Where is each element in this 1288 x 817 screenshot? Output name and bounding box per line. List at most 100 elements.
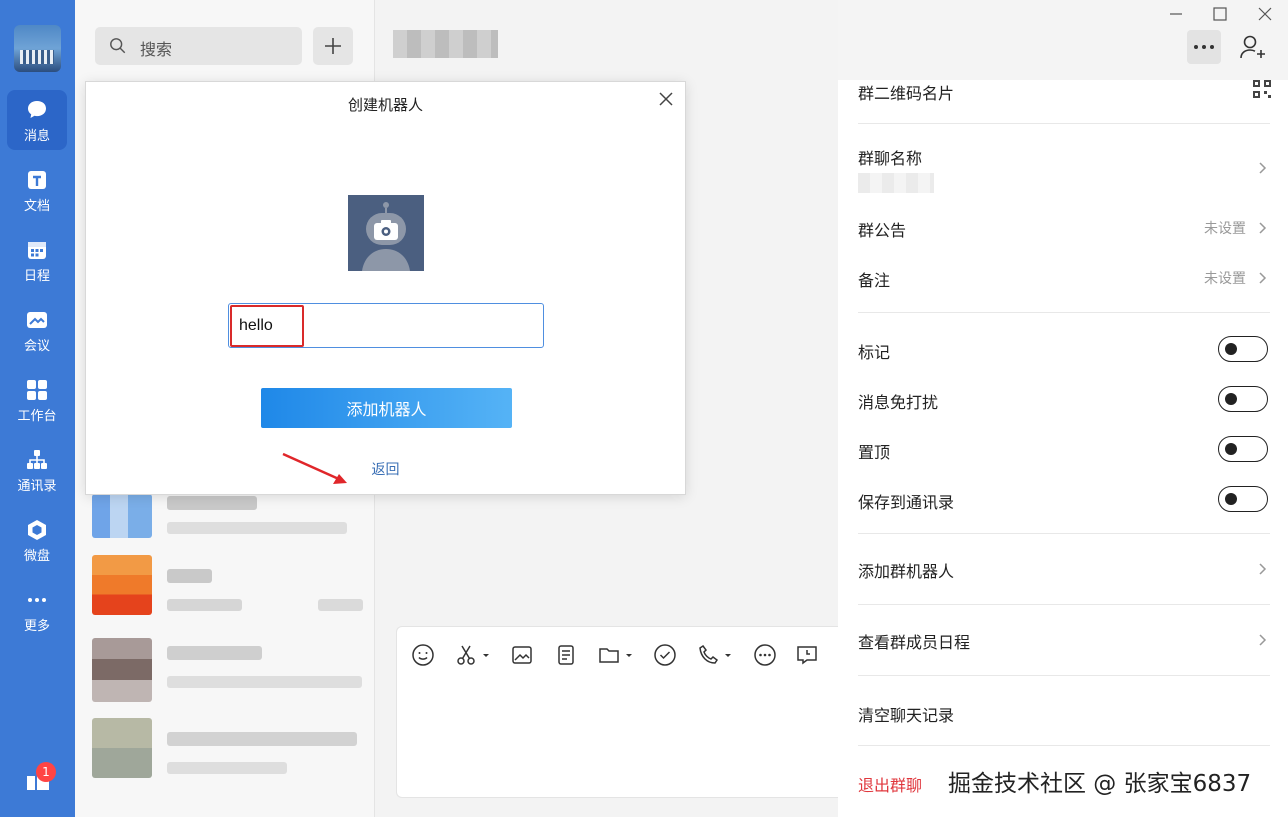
top-bar xyxy=(375,0,1288,80)
chevron-right-icon xyxy=(1259,162,1267,174)
toggle-label: 消息免打扰 xyxy=(858,393,939,412)
mark-toggle[interactable] xyxy=(1218,336,1268,362)
message-icon xyxy=(28,101,46,118)
folder-icon[interactable] xyxy=(597,643,621,667)
plus-icon xyxy=(325,38,341,54)
member-schedule-row[interactable]: 查看群成员日程 xyxy=(858,629,1268,652)
toggle-label: 保存到通讯录 xyxy=(858,493,955,512)
group-name-value xyxy=(858,173,934,193)
group-name-row[interactable]: 群聊名称 xyxy=(858,145,1268,195)
group-settings-panel: 群二维码名片 群聊名称 群公告 未设置 备注 未设置 标记 消息免打扰 置顶 保… xyxy=(838,80,1288,817)
divider xyxy=(858,533,1270,534)
nav-item-docs[interactable]: 文档 xyxy=(7,160,67,220)
chevron-right-icon xyxy=(1259,272,1267,284)
toggle-label: 置顶 xyxy=(858,443,891,462)
drive-icon xyxy=(28,520,46,540)
search-input[interactable]: 搜索 xyxy=(95,27,302,65)
mute-toggle[interactable] xyxy=(1218,386,1268,412)
meeting-icon xyxy=(27,312,47,328)
close-icon[interactable] xyxy=(658,91,674,107)
nav-item-workbench[interactable]: 工作台 xyxy=(7,370,67,430)
add-robot-button[interactable]: 添加机器人 xyxy=(261,388,512,428)
toggle-row-save-contacts: 保存到通讯录 xyxy=(858,486,1268,512)
toggle-label: 标记 xyxy=(858,343,891,362)
more-options-icon[interactable] xyxy=(753,643,777,667)
list-item[interactable] xyxy=(92,555,377,615)
list-item[interactable] xyxy=(92,718,377,778)
note-icon[interactable] xyxy=(554,643,578,667)
announcement-value: 未设置 xyxy=(1204,221,1246,237)
notification-badge: 1 xyxy=(36,762,56,782)
add-group-robot-label: 添加群机器人 xyxy=(858,562,955,581)
divider xyxy=(858,312,1270,313)
nav-item-label: 更多 xyxy=(23,619,50,634)
create-robot-dialog: 创建机器人 添加机器人 返回 xyxy=(85,81,686,495)
contacts-icon xyxy=(27,450,47,469)
robot-name-input[interactable] xyxy=(228,303,544,348)
image-icon[interactable] xyxy=(510,643,534,667)
robot-avatar-upload[interactable] xyxy=(348,195,424,271)
dialog-title: 创建机器人 xyxy=(347,96,423,114)
nav-item-calendar[interactable]: 日程 xyxy=(7,230,67,290)
calendar-icon xyxy=(28,242,46,259)
add-member-icon[interactable] xyxy=(1239,34,1267,60)
list-item[interactable] xyxy=(92,494,377,544)
search-icon xyxy=(110,38,126,54)
nav-item-more[interactable]: 更多 xyxy=(7,580,67,640)
nav-item-label: 日程 xyxy=(23,269,50,284)
add-group-robot-row[interactable]: 添加群机器人 xyxy=(858,558,1268,581)
screenshot-icon[interactable] xyxy=(454,643,478,667)
toggle-row-mark: 标记 xyxy=(858,336,1268,362)
toggle-row-mute: 消息免打扰 xyxy=(858,386,1268,412)
divider xyxy=(858,604,1270,605)
divider xyxy=(858,675,1270,676)
emoji-icon[interactable] xyxy=(411,643,435,667)
nav-item-drive[interactable]: 微盘 xyxy=(7,510,67,570)
create-button[interactable] xyxy=(313,27,353,65)
nav-item-contacts[interactable]: 通讯录 xyxy=(7,440,67,500)
chevron-right-icon xyxy=(1259,634,1267,646)
group-name-label: 群聊名称 xyxy=(858,149,923,168)
remark-row[interactable]: 备注 未设置 xyxy=(858,267,1268,290)
divider xyxy=(858,745,1270,746)
chevron-right-icon xyxy=(1259,563,1267,575)
qr-code-icon xyxy=(1253,80,1271,98)
left-nav: 消息 文档 日程 会议 工作台 通讯录 微盘 更多 1 xyxy=(0,0,75,817)
clear-history-row[interactable]: 清空聊天记录 xyxy=(858,702,1268,725)
list-item[interactable] xyxy=(92,638,377,702)
nav-item-label: 会议 xyxy=(23,339,50,354)
watermark-text: 掘金技术社区 @ 张家宝6837 xyxy=(948,771,1252,797)
chevron-down-icon[interactable] xyxy=(481,643,491,667)
exit-group-label: 退出群聊 xyxy=(858,776,923,795)
document-icon xyxy=(28,171,46,189)
announcement-label: 群公告 xyxy=(858,221,907,240)
todo-icon[interactable] xyxy=(653,643,677,667)
chat-more-button[interactable] xyxy=(1187,30,1221,64)
phone-icon[interactable] xyxy=(697,643,721,667)
nav-item-meeting[interactable]: 会议 xyxy=(7,300,67,360)
toggle-row-pin: 置顶 xyxy=(858,436,1268,462)
group-qr-label: 群二维码名片 xyxy=(858,84,955,103)
announcement-row[interactable]: 群公告 未设置 xyxy=(858,217,1268,240)
message-editor[interactable] xyxy=(396,626,838,798)
nav-item-label: 工作台 xyxy=(17,409,57,424)
save-contacts-toggle[interactable] xyxy=(1218,486,1268,512)
back-link[interactable]: 返回 xyxy=(86,459,685,479)
minimize-icon[interactable] xyxy=(1168,6,1184,22)
remark-value: 未设置 xyxy=(1204,271,1246,287)
workbench-icon xyxy=(27,380,47,400)
close-icon[interactable] xyxy=(1257,6,1273,22)
chevron-down-icon[interactable] xyxy=(723,643,733,667)
pin-toggle[interactable] xyxy=(1218,436,1268,462)
nav-item-label: 通讯录 xyxy=(17,479,57,494)
nav-item-messages[interactable]: 消息 xyxy=(7,90,67,150)
search-placeholder: 搜索 xyxy=(140,40,173,59)
group-qr-row[interactable]: 群二维码名片 xyxy=(858,80,1271,103)
maximize-icon[interactable] xyxy=(1212,6,1228,22)
user-avatar[interactable] xyxy=(14,25,61,72)
more-icon xyxy=(28,598,46,602)
member-schedule-label: 查看群成员日程 xyxy=(858,633,971,652)
chevron-down-icon[interactable] xyxy=(624,643,634,667)
scheduled-message-icon[interactable] xyxy=(795,643,819,667)
nav-item-label: 微盘 xyxy=(23,549,50,564)
